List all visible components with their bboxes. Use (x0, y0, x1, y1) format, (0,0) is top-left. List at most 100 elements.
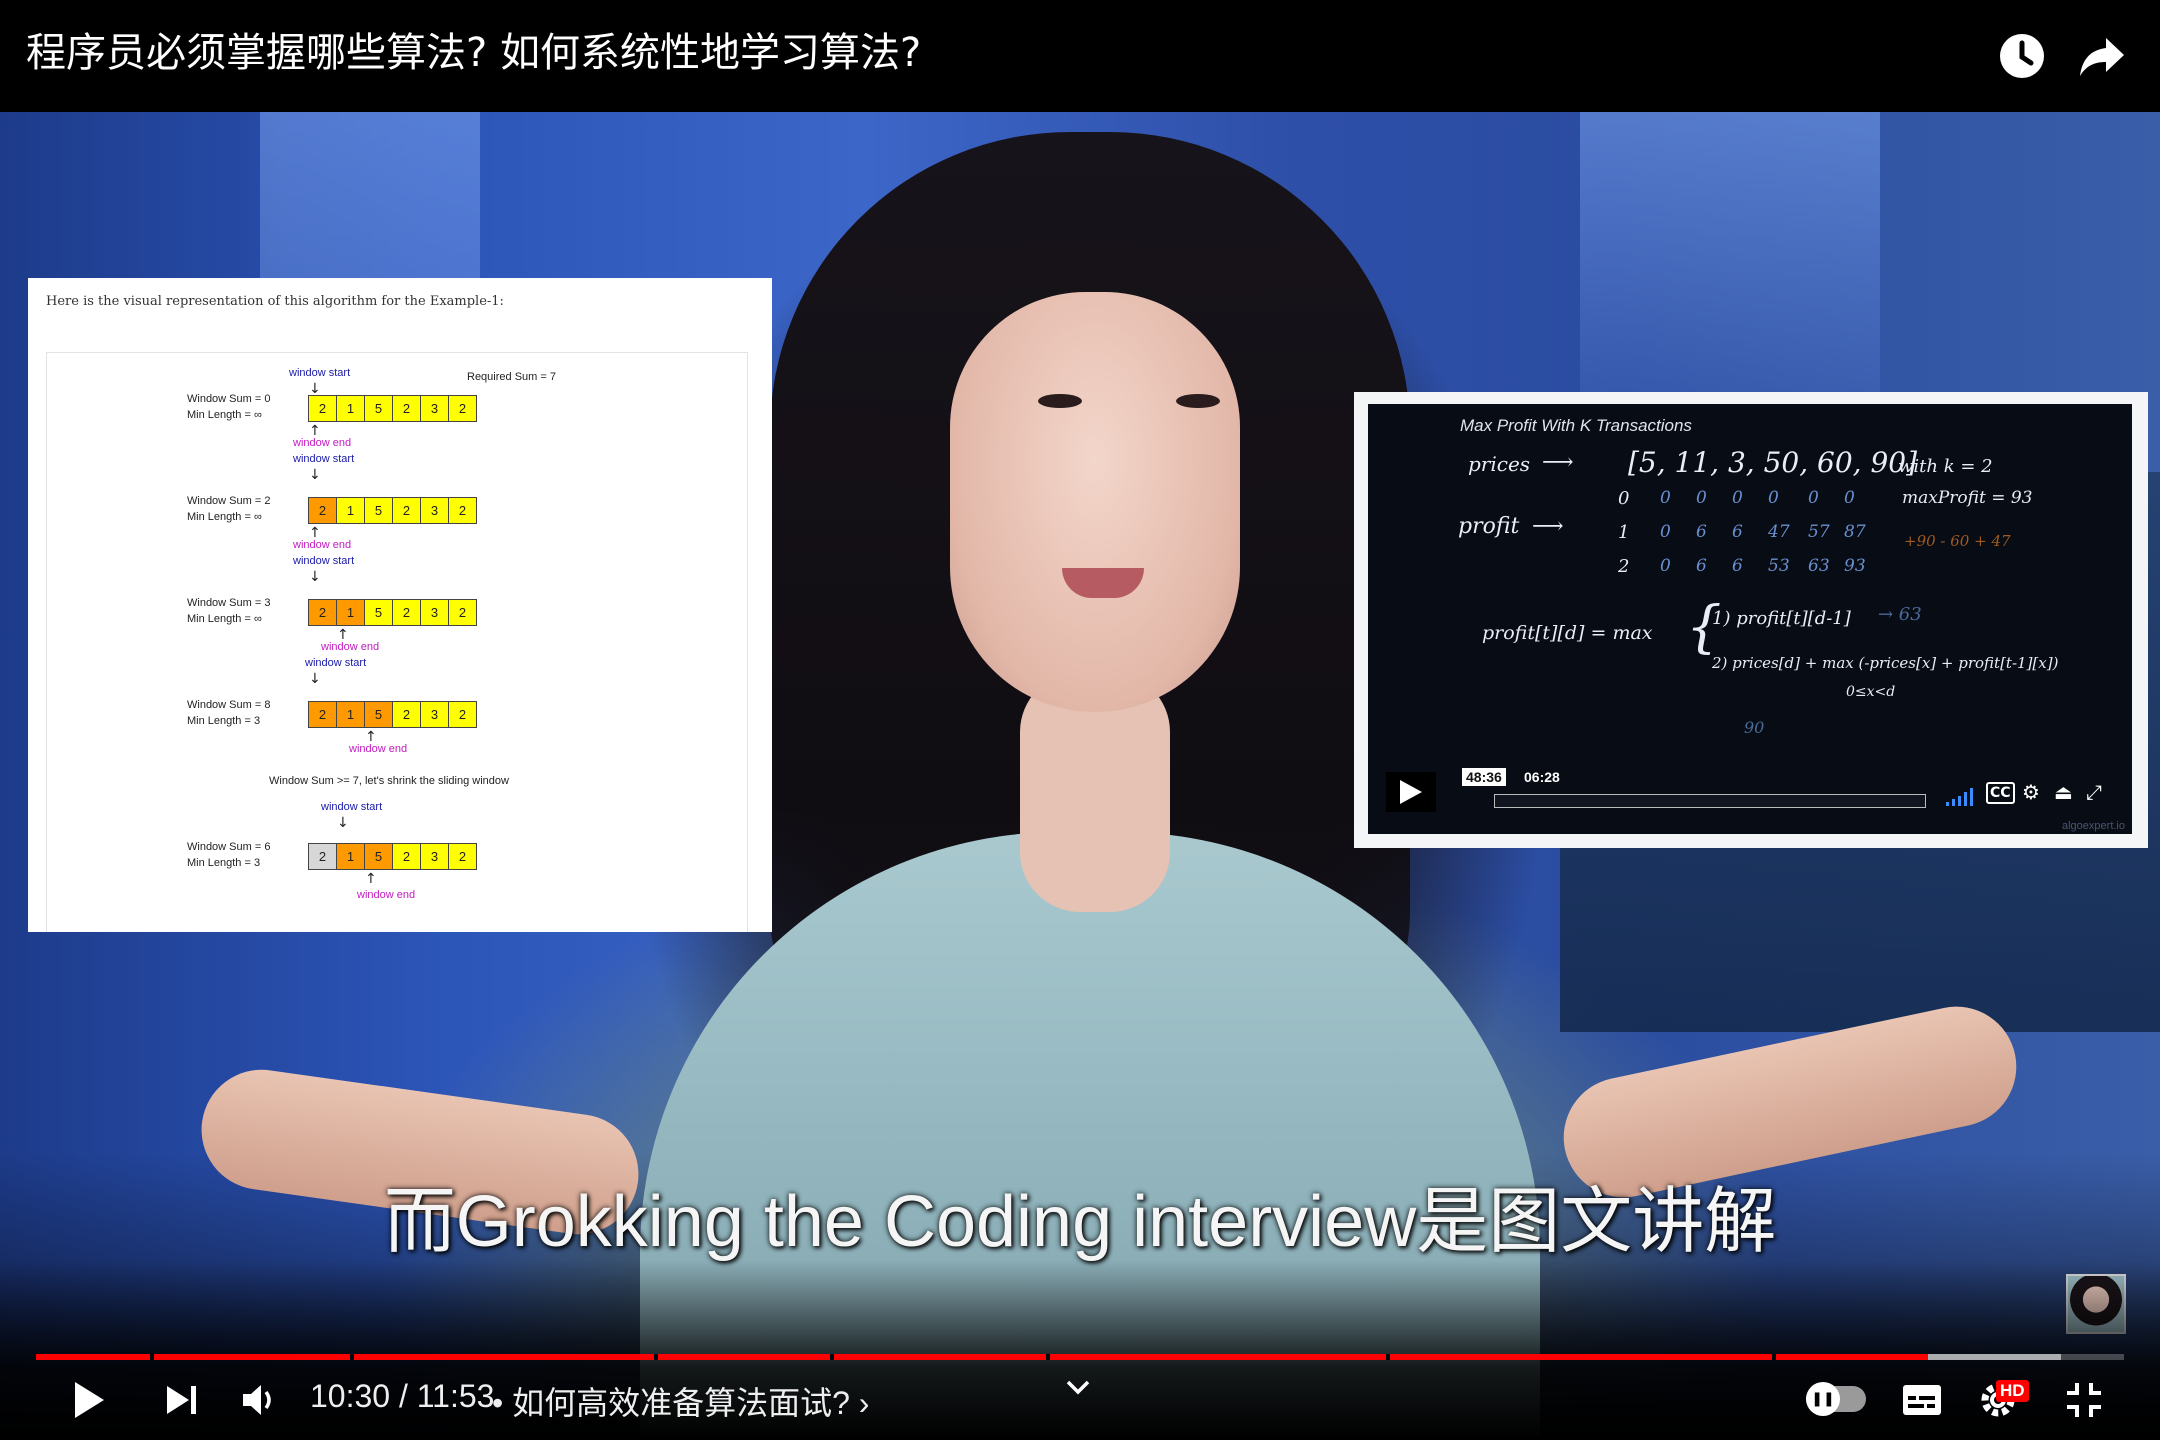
window-start-label: window start (293, 555, 355, 567)
array-cell: 2 (308, 497, 337, 524)
video-player[interactable]: Here is the visual representation of thi… (0, 112, 2160, 1440)
embedded-play-button[interactable] (1386, 772, 1436, 812)
array-cell: 3 (420, 497, 449, 524)
recurrence-case-2: 2) prices[d] + max (-prices[x] + profit[… (1712, 654, 2059, 672)
profit-cell: 6 (1696, 556, 1707, 576)
subtitles-icon (1903, 1385, 1941, 1415)
profit-cell: 0 (1808, 488, 1819, 508)
profit-cell: 0 (1696, 488, 1707, 508)
shrink-window-note: Window Sum >= 7, let's shrink the slidin… (269, 775, 509, 787)
fullscreen-icon[interactable]: ⤢ (2086, 780, 2102, 804)
subtitles-button[interactable] (1900, 1380, 1944, 1420)
window-start-label: window start (293, 453, 355, 465)
window-sum-label: Window Sum = 2 (187, 495, 271, 507)
recurrence-case-1: 1) profit[t][d-1] (1712, 608, 1851, 629)
window-end-label: window end (349, 743, 408, 755)
chapter-marker (350, 1354, 354, 1360)
window-end-label: window end (293, 539, 352, 551)
hd-badge: HD (1996, 1380, 2029, 1402)
array-row: 2 1 5 2 3 2 (308, 843, 477, 870)
array-cell: 2 (448, 701, 477, 728)
array-row: 2 1 5 2 3 2 (308, 599, 477, 626)
autoplay-toggle[interactable]: ❚❚ (1806, 1382, 1866, 1416)
array-cell: 1 (336, 701, 365, 728)
profit-label: profit (1458, 514, 1520, 539)
airplay-icon[interactable]: ⏏ (2054, 780, 2073, 804)
mute-button[interactable] (236, 1378, 286, 1422)
closed-captions-icon[interactable]: CC (1986, 782, 2015, 804)
profit-cell: 63 (1808, 556, 1830, 576)
array-cell: 5 (364, 843, 393, 870)
next-video-button[interactable] (160, 1380, 204, 1420)
prices-label: prices (1468, 452, 1531, 476)
array-cell: 2 (448, 599, 477, 626)
embedded-seek-bar[interactable] (1494, 794, 1926, 808)
chapter-marker (1046, 1354, 1050, 1360)
profit-cell: 87 (1844, 522, 1866, 542)
article-screenshot-panel: Here is the visual representation of thi… (28, 278, 772, 932)
progress-bar[interactable] (36, 1354, 2124, 1360)
play-icon (1400, 780, 1422, 804)
array-cell: 5 (364, 497, 393, 524)
play-button[interactable] (64, 1378, 114, 1422)
recurrence-case-1-value: → 63 (1878, 604, 1922, 625)
range-constraint: 0≤x<d (1846, 684, 1896, 700)
arrow-icon: ⟶ (1542, 450, 1574, 475)
min-length-label: Min Length = 3 (187, 857, 261, 869)
share-button[interactable] (2072, 26, 2132, 86)
array-row: 2 1 5 2 3 2 (308, 395, 477, 422)
window-end-label: window end (321, 641, 380, 653)
volume-bars-icon[interactable] (1946, 788, 1978, 806)
profit-cell: 0 (1660, 556, 1671, 576)
profit-cell: 0 (1660, 522, 1671, 542)
chevron-down-icon[interactable] (1064, 1378, 1092, 1402)
k-value: with k = 2 (1898, 456, 1993, 477)
array-cell: 2 (308, 599, 337, 626)
pause-icon: ❚❚ (1806, 1382, 1840, 1416)
exit-fullscreen-icon (2067, 1383, 2101, 1417)
array-cell: 2 (308, 701, 337, 728)
profit-cell: 47 (1768, 522, 1790, 542)
window-start-label: window start (305, 657, 367, 669)
array-cell: 1 (336, 497, 365, 524)
array-cell: 2 (392, 395, 421, 422)
profit-cell: 6 (1732, 522, 1743, 542)
profit-cell: 0 (1732, 488, 1743, 508)
profit-cell: 53 (1768, 556, 1790, 576)
array-cell: 2 (448, 497, 477, 524)
profit-row-index: 2 (1618, 556, 1630, 577)
video-title[interactable]: 程序员必须掌握哪些算法? 如何系统性地学习算法? (26, 28, 921, 78)
embedded-player-controls: 48:36 06:28 CC ⚙ ⏏ ⤢ algoexpert.io (1368, 752, 2132, 832)
profit-row-index: 0 (1618, 488, 1630, 509)
array-cell: 2 (392, 599, 421, 626)
arrow-icon: ⟶ (1532, 514, 1564, 539)
profit-cell: 6 (1732, 556, 1743, 576)
chapter-marker (150, 1354, 154, 1360)
min-length-label: Min Length = 3 (187, 715, 261, 727)
min-length-label: Min Length = ∞ (187, 613, 262, 625)
exit-fullscreen-button[interactable] (2062, 1378, 2106, 1422)
array-cell: 2 (308, 843, 337, 870)
annotation: +90 - 60 + 47 (1904, 532, 2011, 550)
profit-cell: 0 (1768, 488, 1779, 508)
window-end-label: window end (293, 437, 352, 449)
play-icon (75, 1382, 104, 1418)
share-arrow-icon (2080, 38, 2124, 76)
array-cell: 2 (448, 395, 477, 422)
watch-later-button[interactable] (1992, 26, 2052, 86)
down-arrow-icon: ↓ (309, 569, 321, 585)
array-cell: 1 (336, 599, 365, 626)
profit-cell: 6 (1696, 522, 1707, 542)
clock-icon (2000, 34, 2044, 78)
chapter-title-button[interactable]: • 如何高效准备算法面试? › (492, 1378, 869, 1424)
recurrence-formula: profit[t][d] = max (1482, 622, 1653, 644)
array-cell: 1 (336, 843, 365, 870)
window-sum-label: Window Sum = 6 (187, 841, 271, 853)
top-title-bar: 程序员必须掌握哪些算法? 如何系统性地学习算法? (0, 0, 2160, 112)
settings-gear-icon[interactable]: ⚙ (2022, 780, 2040, 804)
volume-icon (243, 1385, 271, 1415)
down-arrow-icon: ↓ (309, 467, 321, 483)
chapter-marker (1772, 1354, 1776, 1360)
profit-cell: 57 (1808, 522, 1830, 542)
profit-cell: 93 (1844, 556, 1866, 576)
